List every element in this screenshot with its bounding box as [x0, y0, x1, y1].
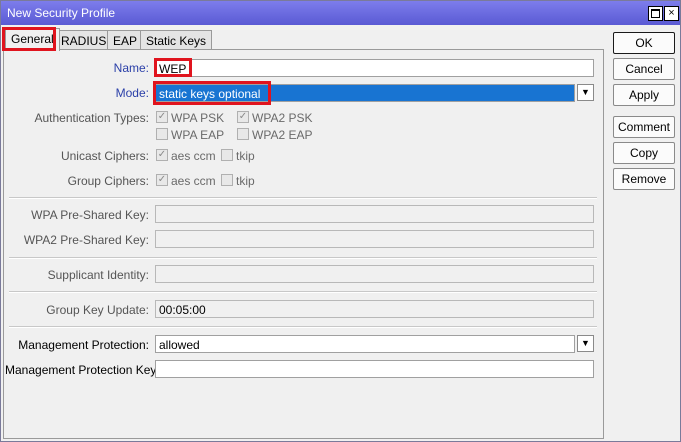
management-protection-select[interactable]: allowed	[155, 335, 575, 353]
group-key-update-input[interactable]: 00:05:00	[155, 300, 594, 318]
unicast-ciphers-label: Unicast Ciphers:	[60, 149, 149, 163]
tab-static-keys[interactable]: Static Keys	[140, 30, 213, 50]
tab-radius[interactable]: RADIUS	[55, 30, 113, 50]
auth-types-label: Authentication Types:	[34, 111, 149, 125]
wpa-eap-checkbox[interactable]	[156, 128, 168, 140]
tab-label: Static Keys	[146, 34, 207, 48]
tab-eap[interactable]: EAP	[107, 30, 144, 50]
unicast-aes-checkbox[interactable]: ✓	[156, 149, 168, 161]
group-key-update-label: Group Key Update:	[46, 303, 149, 317]
remove-button[interactable]: Remove	[613, 168, 675, 190]
close-icon: ×	[668, 7, 675, 19]
unicast-tkip-label: tkip	[236, 149, 255, 163]
supplicant-identity-input[interactable]	[155, 265, 594, 283]
wpa-eap-label: WPA EAP	[171, 128, 225, 142]
management-protection-dropdown-button[interactable]: ▼	[577, 335, 594, 352]
supplicant-identity-label: Supplicant Identity:	[47, 268, 149, 282]
group-ciphers-label: Group Ciphers:	[67, 174, 149, 188]
close-button[interactable]: ×	[664, 6, 679, 21]
mode-label: Mode:	[115, 86, 149, 100]
unicast-tkip-checkbox[interactable]	[221, 149, 233, 161]
mode-select[interactable]: static keys optional	[155, 84, 575, 102]
title-bar[interactable]: New Security Profile ×	[1, 1, 680, 25]
group-aes-label: aes ccm	[171, 174, 216, 188]
management-protection-label: Management Protection:	[18, 338, 149, 352]
cancel-button[interactable]: Cancel	[613, 58, 675, 80]
check-icon: ✓	[238, 111, 248, 122]
divider	[9, 291, 597, 293]
unicast-aes-label: aes ccm	[171, 149, 216, 163]
group-tkip-checkbox[interactable]	[221, 174, 233, 186]
security-profile-window: New Security Profile × General RADIUS EA…	[0, 0, 681, 442]
chevron-down-icon: ▼	[581, 338, 590, 348]
apply-button[interactable]: Apply	[613, 84, 675, 106]
wpa2-psk-label: WPA2 PSK	[252, 111, 313, 125]
divider	[9, 326, 597, 328]
comment-button[interactable]: Comment	[613, 116, 675, 138]
wpa2-psk-key-label: WPA2 Pre-Shared Key:	[23, 233, 149, 247]
group-tkip-label: tkip	[236, 174, 255, 188]
wpa2-psk-checkbox[interactable]: ✓	[237, 111, 249, 123]
name-label: Name:	[113, 61, 149, 75]
tab-label: General	[11, 32, 54, 46]
name-input[interactable]: WEP	[155, 59, 594, 77]
check-icon: ✓	[157, 111, 167, 122]
maximize-icon	[651, 9, 660, 18]
wpa2-psk-key-input[interactable]	[155, 230, 594, 248]
check-icon: ✓	[157, 174, 167, 185]
wpa2-eap-checkbox[interactable]	[237, 128, 249, 140]
tab-label: RADIUS	[61, 34, 107, 48]
wpa-psk-checkbox[interactable]: ✓	[156, 111, 168, 123]
divider	[9, 197, 597, 199]
mode-dropdown-button[interactable]: ▼	[577, 84, 594, 101]
group-aes-checkbox[interactable]: ✓	[156, 174, 168, 186]
chevron-down-icon: ▼	[581, 87, 590, 97]
wpa-psk-key-label: WPA Pre-Shared Key:	[31, 208, 149, 222]
wpa2-eap-label: WPA2 EAP	[252, 128, 313, 142]
copy-button[interactable]: Copy	[613, 142, 675, 164]
divider	[9, 257, 597, 259]
wpa-psk-label: WPA PSK	[171, 111, 225, 125]
ok-button[interactable]: OK	[613, 32, 675, 54]
management-protection-key-label: Management Protection Key:	[5, 363, 160, 377]
maximize-button[interactable]	[648, 6, 663, 21]
window-title: New Security Profile	[7, 6, 116, 20]
tab-general[interactable]: General	[5, 28, 60, 51]
management-protection-key-input[interactable]	[155, 360, 594, 378]
wpa-psk-key-input[interactable]	[155, 205, 594, 223]
tab-label: EAP	[113, 34, 138, 48]
check-icon: ✓	[157, 149, 167, 160]
